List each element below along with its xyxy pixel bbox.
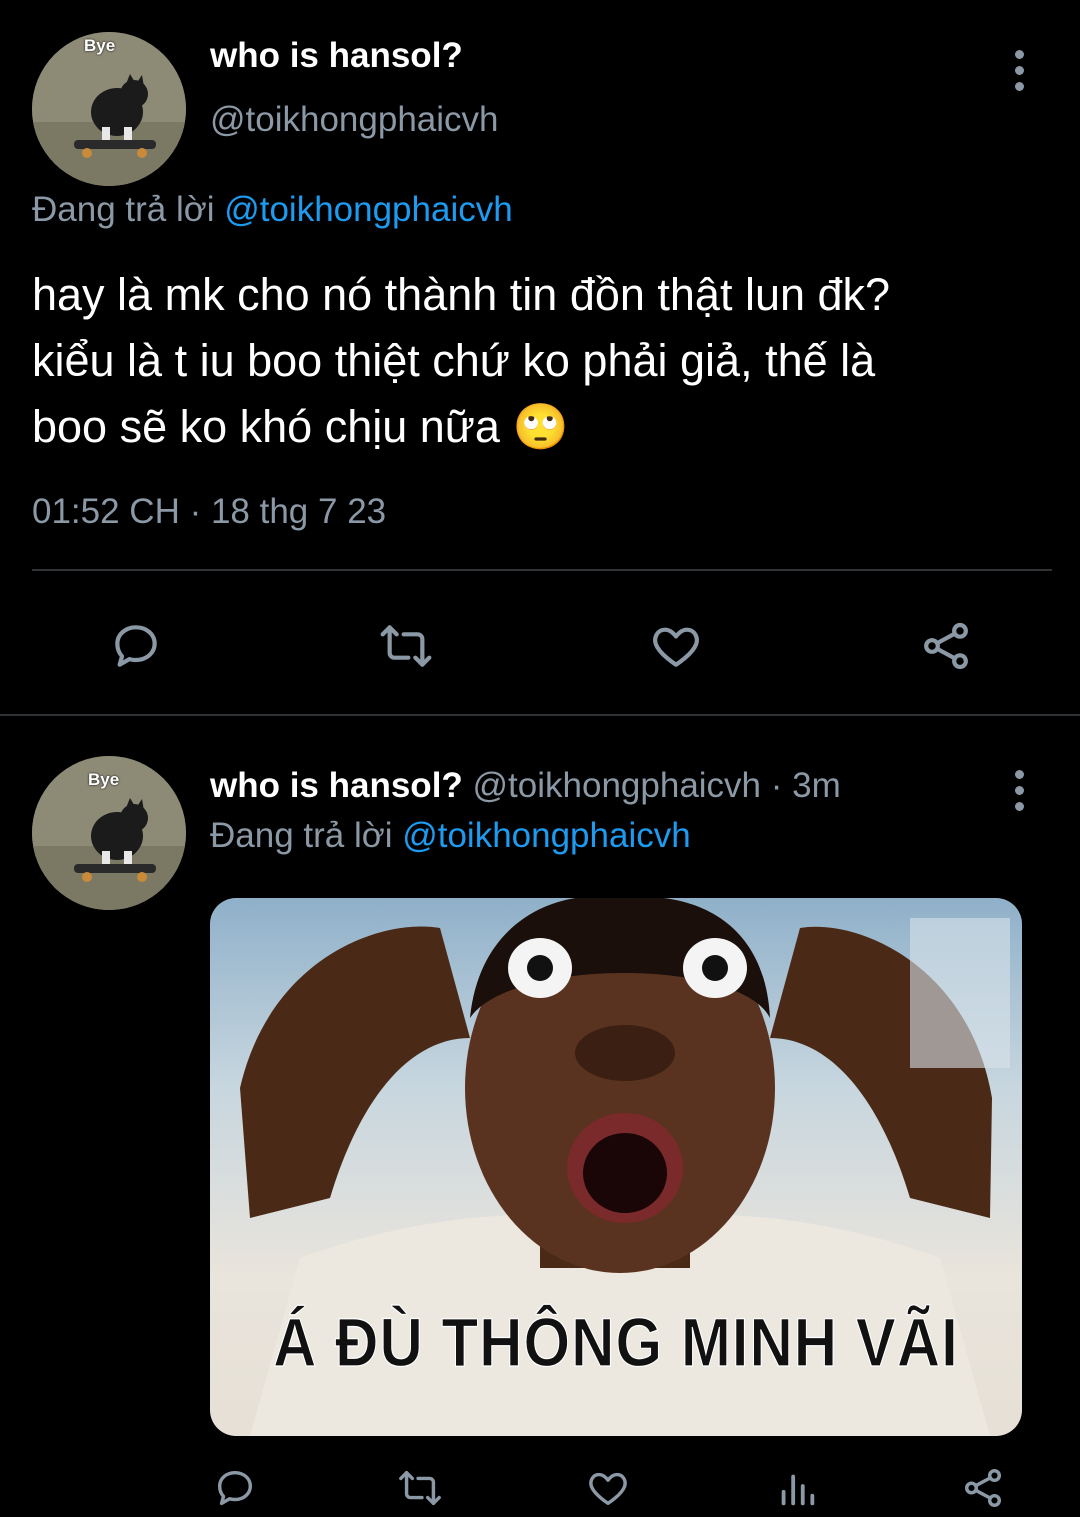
- display-name[interactable]: who is hansol?: [210, 766, 463, 805]
- analytics-icon[interactable]: [774, 1465, 820, 1511]
- like-icon[interactable]: [648, 618, 704, 674]
- tweet-text-line: kiểu là t iu boo thiệt chứ ko phải giả, …: [32, 335, 876, 386]
- tweet-text-line: boo sẽ ko khó chịu nữa 🙄: [32, 401, 569, 452]
- handle[interactable]: @toikhongphaicvh: [210, 100, 499, 140]
- reply-icon[interactable]: [108, 618, 164, 674]
- replying-to: Đang trả lời @toikhongphaicvh: [210, 816, 691, 856]
- meme-image[interactable]: Á ĐÙ THÔNG MINH VÃI: [210, 898, 1022, 1436]
- tweet-text: hay là mk cho nó thành tin đồn thật lun …: [32, 262, 890, 460]
- reply-time[interactable]: 3m: [792, 766, 841, 805]
- replying-handle-link[interactable]: @toikhongphaicvh: [224, 190, 513, 229]
- meme-caption: Á ĐÙ THÔNG MINH VÃI: [273, 1303, 959, 1382]
- divider: [0, 714, 1080, 716]
- replying-to: Đang trả lời @toikhongphaicvh: [32, 190, 513, 230]
- avatar[interactable]: Bye: [32, 32, 186, 186]
- retweet-icon[interactable]: [397, 1465, 443, 1511]
- display-name[interactable]: who is hansol?: [210, 36, 463, 76]
- share-icon[interactable]: [918, 618, 974, 674]
- reply-icon[interactable]: [212, 1465, 258, 1511]
- avatar[interactable]: Bye: [32, 756, 186, 910]
- more-icon[interactable]: [1015, 50, 1024, 98]
- tweet-timestamp[interactable]: 01:52 CH · 18 thg 7 23: [32, 492, 386, 532]
- avatar-label: Bye: [88, 770, 120, 789]
- replying-handle-link[interactable]: @toikhongphaicvh: [402, 816, 691, 855]
- handle[interactable]: @toikhongphaicvh: [473, 766, 762, 805]
- tweet-text-line: hay là mk cho nó thành tin đồn thật lun …: [32, 269, 891, 320]
- replying-prefix: Đang trả lời: [32, 190, 215, 229]
- eye-roll-emoji: 🙄: [512, 401, 569, 452]
- avatar-label: Bye: [84, 36, 116, 55]
- time-separator: ·: [770, 766, 783, 805]
- share-icon[interactable]: [960, 1465, 1006, 1511]
- reply-header: who is hansol? @toikhongphaicvh · 3m: [210, 766, 841, 806]
- retweet-icon[interactable]: [378, 618, 434, 674]
- like-icon[interactable]: [585, 1465, 631, 1511]
- replying-prefix: Đang trả lời: [210, 816, 393, 855]
- divider: [32, 569, 1052, 571]
- more-icon[interactable]: [1015, 770, 1024, 818]
